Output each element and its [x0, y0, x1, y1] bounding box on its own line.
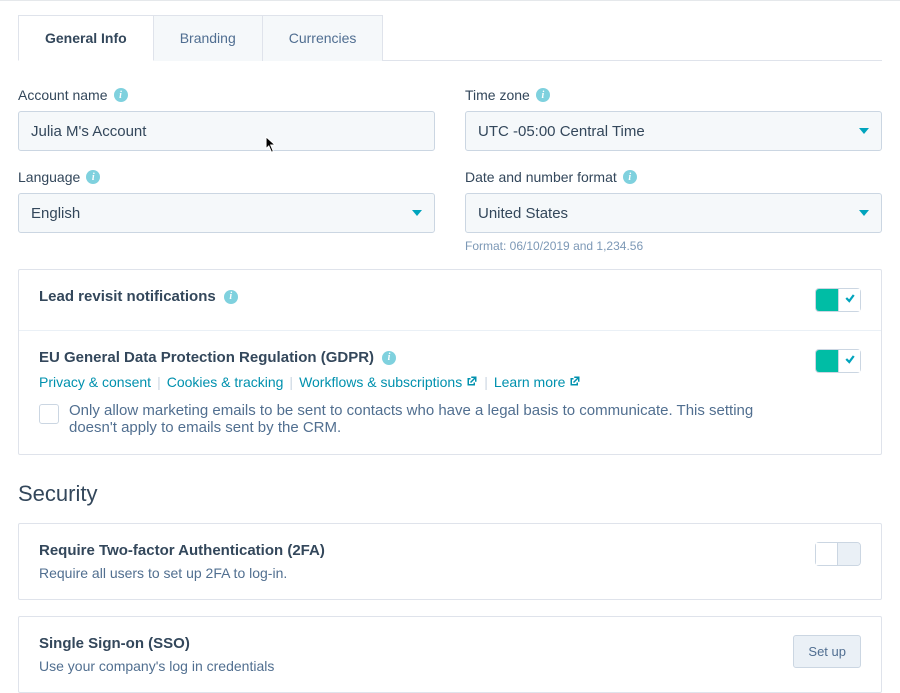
link-learn-more[interactable]: Learn more — [494, 374, 582, 390]
security-heading: Security — [18, 481, 882, 507]
sso-title: Single Sign-on (SSO) — [39, 635, 190, 652]
check-icon — [844, 352, 856, 370]
gdpr-checkbox-label: Only allow marketing emails to be sent t… — [69, 402, 759, 436]
settings-tabs: General Info Branding Currencies — [18, 15, 882, 61]
tab-currencies[interactable]: Currencies — [263, 15, 384, 61]
gdpr-toggle[interactable] — [815, 349, 861, 373]
twofa-toggle[interactable] — [815, 542, 861, 566]
twofa-title: Require Two-factor Authentication (2FA) — [39, 542, 325, 559]
date-format-hint: Format: 06/10/2019 and 1,234.56 — [465, 239, 882, 253]
info-icon[interactable]: i — [114, 88, 128, 102]
twofa-desc: Require all users to set up 2FA to log-i… — [39, 565, 325, 581]
date-format-select[interactable]: United States — [465, 193, 882, 233]
external-link-icon — [569, 374, 581, 390]
time-zone-select[interactable]: UTC -05:00 Central Time — [465, 111, 882, 151]
info-icon[interactable]: i — [224, 290, 238, 304]
link-cookies-tracking[interactable]: Cookies & tracking — [167, 374, 284, 390]
link-label: Workflows & subscriptions — [299, 374, 462, 390]
account-name-input[interactable] — [18, 111, 435, 151]
chevron-down-icon — [412, 210, 422, 216]
separator: | — [289, 374, 293, 390]
link-privacy-consent[interactable]: Privacy & consent — [39, 374, 151, 390]
info-icon[interactable]: i — [623, 170, 637, 184]
lead-revisit-toggle[interactable] — [815, 288, 861, 312]
chevron-down-icon — [859, 210, 869, 216]
time-zone-label: Time zone — [465, 87, 530, 103]
date-format-value: United States — [478, 205, 568, 222]
gdpr-legal-basis-checkbox[interactable] — [39, 404, 59, 424]
info-icon[interactable]: i — [86, 170, 100, 184]
link-label: Learn more — [494, 374, 566, 390]
tab-general-info[interactable]: General Info — [18, 15, 154, 61]
language-value: English — [31, 205, 80, 222]
lead-revisit-title: Lead revisit notifications — [39, 288, 216, 305]
language-label: Language — [18, 169, 80, 185]
sso-desc: Use your company's log in credentials — [39, 658, 274, 674]
link-workflows-subscriptions[interactable]: Workflows & subscriptions — [299, 374, 478, 390]
separator: | — [484, 374, 488, 390]
gdpr-title: EU General Data Protection Regulation (G… — [39, 349, 374, 366]
info-icon[interactable]: i — [382, 351, 396, 365]
chevron-down-icon — [859, 128, 869, 134]
external-link-icon — [466, 374, 478, 390]
separator: | — [157, 374, 161, 390]
sso-setup-button[interactable]: Set up — [793, 635, 861, 668]
date-format-label: Date and number format — [465, 169, 617, 185]
check-icon — [844, 291, 856, 309]
time-zone-value: UTC -05:00 Central Time — [478, 123, 645, 140]
info-icon[interactable]: i — [536, 88, 550, 102]
tab-branding[interactable]: Branding — [154, 15, 263, 61]
language-select[interactable]: English — [18, 193, 435, 233]
account-name-label: Account name — [18, 87, 108, 103]
